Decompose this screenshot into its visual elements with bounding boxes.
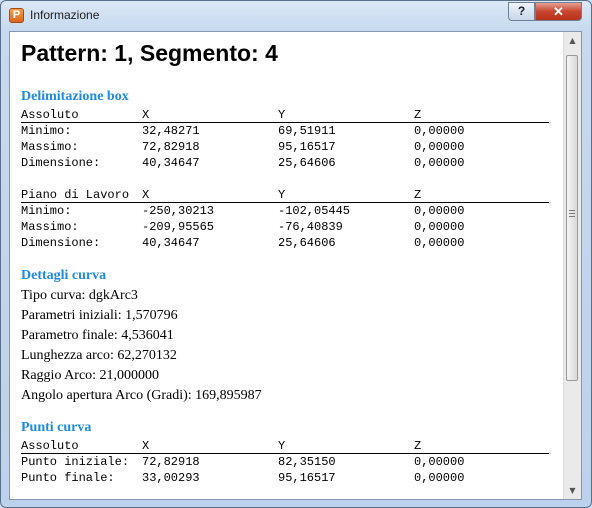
window-title: Informazione: [30, 8, 100, 22]
title-bar[interactable]: P Informazione ? ✕: [1, 1, 591, 31]
x-value: 40,34647: [142, 236, 200, 250]
curve-detail: Tipo curva: dgkArc3: [21, 288, 138, 303]
row-label: Dimensione:: [21, 156, 101, 170]
info-window: P Informazione ? ✕ Pattern: 1, Segmento:…: [0, 0, 592, 508]
z-value: 0,00000: [414, 471, 465, 485]
curve-detail: Parametro finale: 4,536041: [21, 328, 174, 343]
z-value: 0,00000: [414, 140, 465, 154]
scroll-down-icon[interactable]: ▼: [564, 482, 581, 499]
scroll-thumb[interactable]: [566, 55, 578, 381]
row-label: Massimo:: [21, 140, 79, 154]
y-value: 95,16517: [278, 471, 336, 485]
table-header-cell: Y: [278, 188, 286, 202]
row-label: Minimo:: [21, 204, 72, 218]
x-value: 72,82918: [142, 140, 200, 154]
table-header-cell: X: [142, 439, 150, 453]
curve-detail: Raggio Arco: 21,000000: [21, 368, 160, 383]
x-value: 72,82918: [142, 455, 200, 469]
y-value: 25,64606: [278, 156, 336, 170]
info-panel: Pattern: 1, Segmento: 4 Delimitazione bo…: [9, 31, 582, 500]
table-header-cell: Y: [278, 108, 286, 122]
vertical-scrollbar[interactable]: ▲ ▼: [563, 32, 581, 499]
curve-section-title: Dettagli curva: [21, 268, 107, 283]
z-value: 0,00000: [414, 156, 465, 170]
table-divider: [21, 122, 549, 123]
points-section-title: Punti curva: [21, 420, 92, 435]
table-header-cell: Z: [414, 108, 422, 122]
x-value: 32,48271: [142, 124, 200, 138]
info-content: Pattern: 1, Segmento: 4 Delimitazione bo…: [12, 32, 562, 499]
x-value: -250,30213: [142, 204, 215, 218]
table-header-cell: Assoluto: [21, 108, 79, 122]
z-value: 0,00000: [414, 220, 465, 234]
close-icon: ✕: [553, 4, 564, 19]
page-title: Pattern: 1, Segmento: 4: [21, 40, 278, 66]
y-value: -76,40839: [278, 220, 343, 234]
y-value: -102,05445: [278, 204, 351, 218]
row-label: Massimo:: [21, 220, 79, 234]
table-header-cell: X: [142, 108, 150, 122]
y-value: 25,64606: [278, 236, 336, 250]
table-header-cell: X: [142, 188, 150, 202]
table-header-cell: Assoluto: [21, 439, 79, 453]
table-header-cell: Piano di Lavoro: [21, 188, 130, 202]
z-value: 0,00000: [414, 455, 465, 469]
scroll-up-icon[interactable]: ▲: [564, 32, 581, 49]
z-value: 0,00000: [414, 204, 465, 218]
table-header-cell: Z: [414, 439, 422, 453]
y-value: 69,51911: [278, 124, 336, 138]
row-label: Punto iniziale:: [21, 455, 130, 469]
curve-detail: Parametri iniziali: 1,570796: [21, 308, 178, 323]
row-label: Minimo:: [21, 124, 72, 138]
x-value: 33,00293: [142, 471, 200, 485]
x-value: -209,95565: [142, 220, 215, 234]
curve-detail: Angolo apertura Arco (Gradi): 169,895987: [21, 388, 262, 403]
y-value: 82,35150: [278, 455, 336, 469]
y-value: 95,16517: [278, 140, 336, 154]
curve-detail: Lunghezza arco: 62,270132: [21, 348, 177, 363]
row-label: Punto finale:: [21, 471, 115, 485]
x-value: 40,34647: [142, 156, 200, 170]
app-icon: P: [9, 8, 24, 23]
table-divider: [21, 453, 549, 454]
close-button[interactable]: ✕: [535, 2, 582, 21]
grip-icon: [569, 210, 575, 218]
row-label: Dimensione:: [21, 236, 101, 250]
help-icon: ?: [517, 4, 526, 18]
table-header-cell: Z: [414, 188, 422, 202]
table-header-cell: Y: [278, 439, 286, 453]
help-button[interactable]: ?: [508, 2, 535, 21]
z-value: 0,00000: [414, 124, 465, 138]
bbox-section-title: Delimitazione box: [21, 89, 129, 104]
z-value: 0,00000: [414, 236, 465, 250]
table-divider: [21, 202, 549, 203]
